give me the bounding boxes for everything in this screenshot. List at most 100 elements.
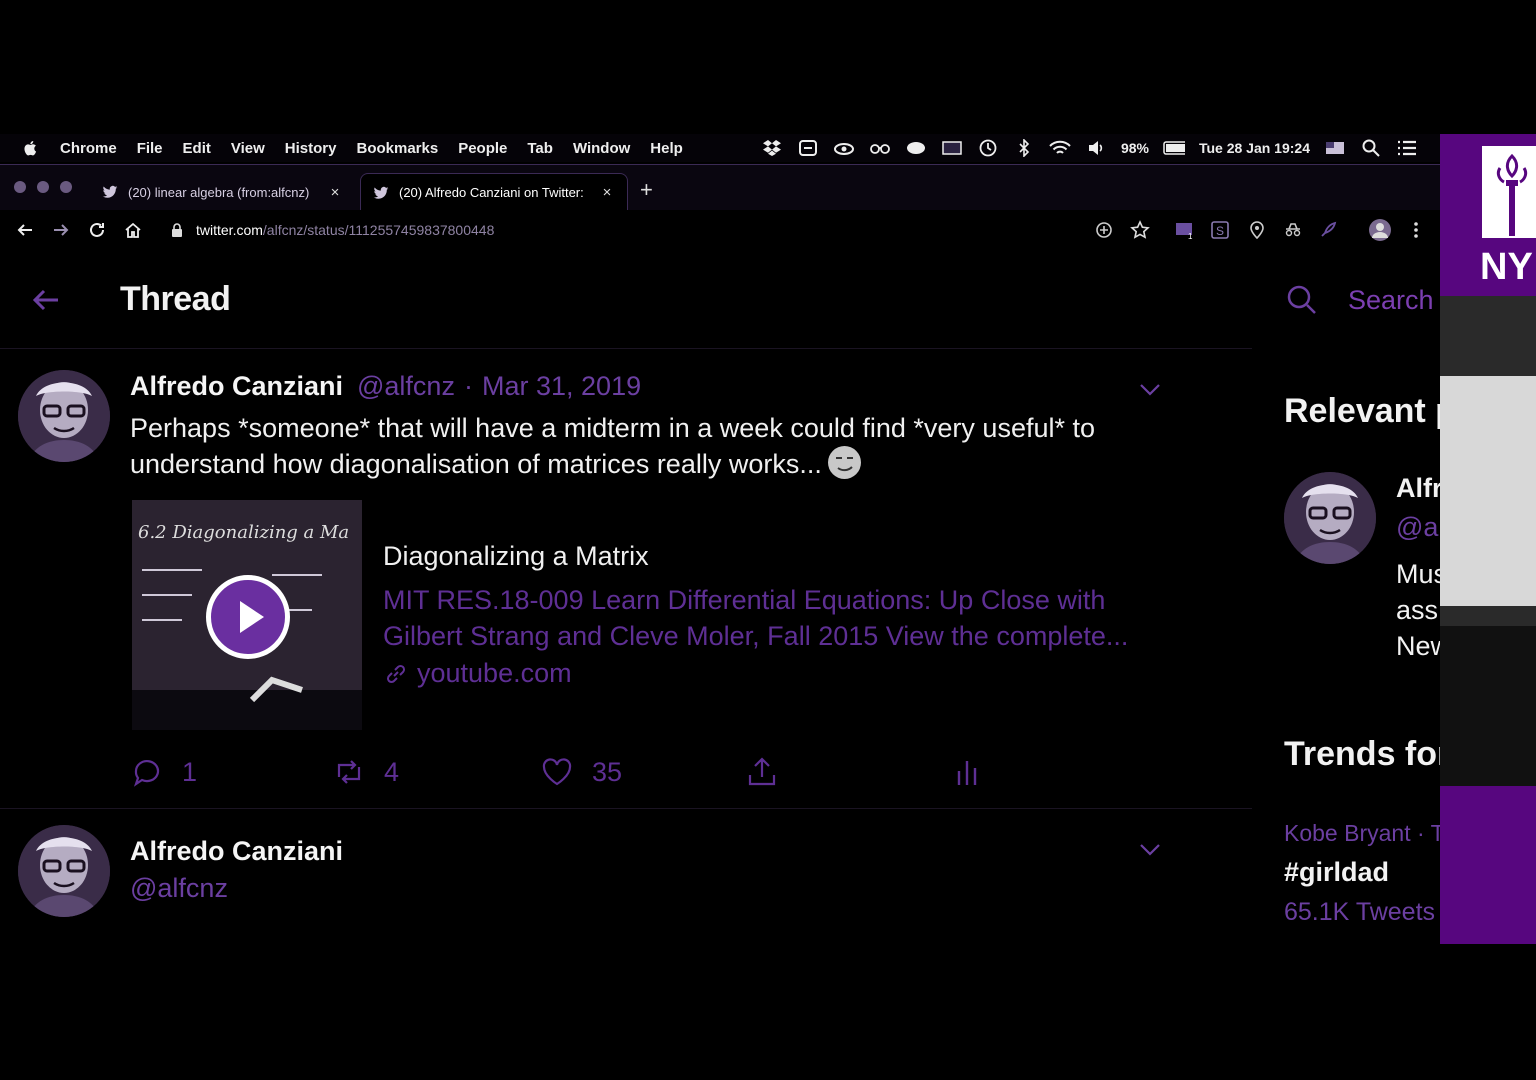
chrome-menu-icon[interactable] (1406, 220, 1426, 240)
flag-icon[interactable] (1324, 139, 1346, 157)
forward-button[interactable] (52, 221, 70, 239)
forward-arrow-icon (54, 224, 69, 236)
search-icon[interactable] (1286, 284, 1318, 316)
menu-app-chrome[interactable]: Chrome (60, 140, 117, 157)
back-button[interactable] (16, 221, 34, 239)
analytics-button[interactable] (950, 752, 1002, 792)
reply-button[interactable]: 1 (130, 752, 197, 792)
wifi-icon[interactable] (1049, 139, 1071, 157)
status-area: 98% Tue 28 Jan 19:24 (761, 134, 1418, 162)
twitter-favicon-icon (102, 185, 118, 198)
card-description: MIT RES.18-009 Learn Differential Equati… (383, 585, 1129, 651)
extension-incognito-icon[interactable] (1283, 220, 1303, 240)
retweet-button[interactable]: 4 (332, 752, 399, 792)
card-title[interactable]: Diagonalizing a Matrix (383, 541, 649, 572)
cloud-sync-icon[interactable] (905, 139, 927, 157)
menu-history[interactable]: History (285, 140, 337, 157)
reply-author-handle[interactable]: @alfcnz (130, 873, 228, 904)
like-button[interactable]: 35 (540, 752, 622, 792)
relevant-person-name[interactable]: Alfr (1396, 473, 1440, 504)
battery-icon[interactable] (1163, 139, 1185, 157)
menu-tab[interactable]: Tab (527, 140, 553, 157)
spotlight-search-icon[interactable] (1360, 139, 1382, 157)
tweet-divider (0, 808, 1252, 809)
svg-text:1: 1 (1188, 232, 1193, 240)
maximize-window-button[interactable] (60, 181, 72, 193)
avatar[interactable] (18, 370, 110, 462)
dropbox-icon[interactable] (761, 139, 783, 157)
extension-rocket-icon[interactable] (1318, 220, 1338, 240)
card-domain-link[interactable]: youtube.com (383, 658, 572, 689)
clock[interactable]: Tue 28 Jan 19:24 (1199, 140, 1310, 156)
thumbnail-caption: 6.2 Diagonalizing a Ma (138, 522, 349, 543)
reply-count: 1 (182, 756, 198, 787)
avatar[interactable] (18, 825, 110, 917)
avatar-image-icon (18, 370, 110, 462)
tab-title: (20) Alfredo Canziani on Twitter: (399, 185, 584, 200)
extension-location-icon[interactable] (1247, 220, 1267, 240)
teamviewer-icon[interactable] (797, 139, 819, 157)
display-icon[interactable] (941, 139, 963, 157)
search-input[interactable]: Search (1348, 285, 1434, 316)
extension-s-icon[interactable]: S (1210, 220, 1230, 240)
reload-button[interactable] (88, 221, 106, 239)
window-controls (14, 181, 72, 193)
menu-file[interactable]: File (137, 140, 163, 157)
trend-context[interactable]: Kobe Bryant · T (1284, 820, 1440, 847)
play-button[interactable] (206, 575, 290, 659)
menu-people[interactable]: People (458, 140, 507, 157)
extension-grid-icon[interactable]: 1 (1174, 220, 1194, 240)
reply-author-name[interactable]: Alfredo Canziani (130, 836, 343, 867)
bluetooth-icon[interactable] (1013, 139, 1035, 157)
play-icon (240, 601, 264, 633)
apple-logo-icon[interactable] (22, 139, 40, 157)
time-machine-icon[interactable] (977, 139, 999, 157)
url-path: /alfcnz/status/1112557459837800448 (262, 222, 495, 238)
tab-close-button[interactable]: × (599, 184, 615, 201)
minimize-window-button[interactable] (37, 181, 49, 193)
profile-avatar-icon[interactable] (1368, 218, 1392, 242)
avatar-image-icon (1284, 472, 1376, 564)
address-bar[interactable]: twitter.com/alfcnz/status/11125574598378… (170, 218, 494, 242)
close-window-button[interactable] (14, 181, 26, 193)
smirk-emoji-icon (827, 446, 861, 479)
tweet-author-name[interactable]: Alfredo Canziani (130, 371, 343, 402)
bookmark-star-icon[interactable] (1130, 220, 1150, 240)
reply-icon (133, 760, 160, 787)
volume-icon[interactable] (1085, 139, 1107, 157)
relevant-people-title: Relevant people (1284, 392, 1440, 430)
share-icon (748, 757, 776, 786)
tab-alfredo-twitter[interactable]: (20) Alfredo Canziani on Twitter: × (360, 173, 628, 211)
home-button[interactable] (124, 221, 142, 239)
trend-hashtag[interactable]: #girldad (1284, 857, 1389, 888)
menu-edit[interactable]: Edit (183, 140, 211, 157)
home-icon (125, 222, 141, 238)
reload-icon (90, 222, 104, 237)
chevron-down-icon[interactable] (1137, 836, 1163, 862)
avatar-image-icon (18, 825, 110, 917)
menu-window[interactable]: Window (573, 140, 630, 157)
notification-center-icon[interactable] (1396, 139, 1418, 157)
lock-icon (172, 223, 182, 237)
relevant-person-handle[interactable]: @al (1396, 512, 1440, 543)
menu-view[interactable]: View (231, 140, 265, 157)
back-arrow-icon[interactable] (30, 284, 62, 316)
battery-percent: 98% (1120, 140, 1149, 156)
add-to-home-icon[interactable] (1094, 220, 1114, 240)
lecture-video-frame (1440, 296, 1536, 786)
creative-cloud-icon[interactable] (833, 139, 855, 157)
menu-bookmarks[interactable]: Bookmarks (356, 140, 438, 157)
menu-help[interactable]: Help (650, 140, 683, 157)
tab-close-button[interactable]: × (327, 184, 343, 201)
avatar[interactable] (1284, 472, 1376, 564)
chevron-down-icon[interactable] (1137, 376, 1163, 402)
glasses-icon[interactable] (869, 139, 891, 157)
tweet-date[interactable]: Mar 31, 2019 (482, 371, 641, 402)
tab-linear-algebra[interactable]: (20) linear algebra (from:alfcnz) × (90, 173, 355, 211)
like-count: 35 (592, 756, 623, 787)
new-tab-button[interactable]: + (640, 179, 653, 201)
tweet-author-handle[interactable]: @alfcnz (357, 371, 455, 402)
nyu-logo-text: NY (1480, 246, 1533, 288)
share-button[interactable] (745, 752, 797, 792)
back-arrow-icon (17, 224, 32, 236)
